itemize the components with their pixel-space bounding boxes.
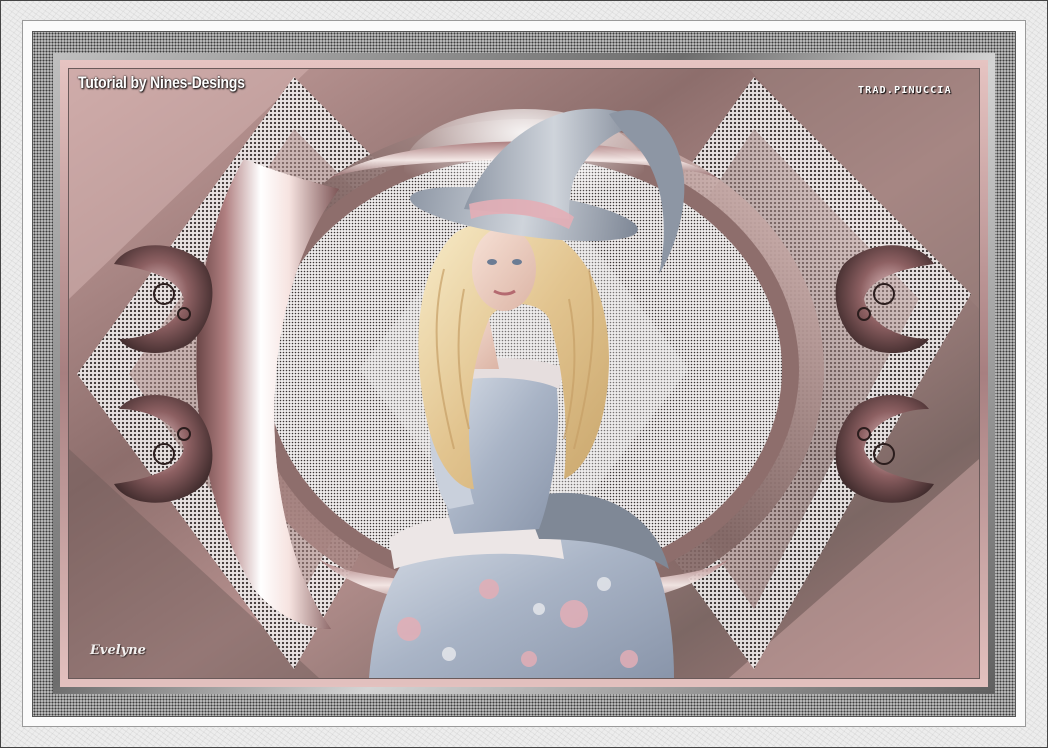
face (472, 227, 536, 311)
translator-credit-text: TRAD.PINUCCIA (858, 85, 952, 96)
artwork-svg (69, 69, 979, 678)
artist-signature: Evelyne (90, 643, 146, 658)
artwork-scene (68, 68, 980, 679)
tutorial-credit-text: Tutorial by Nines-Desings (78, 73, 245, 92)
